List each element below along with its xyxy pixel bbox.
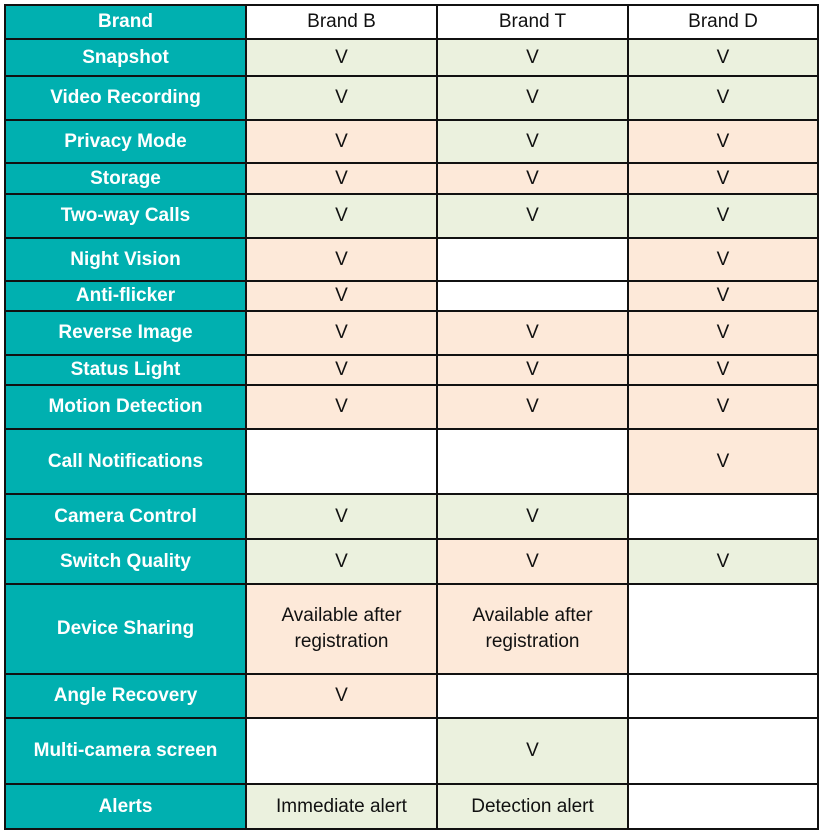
brand-b-cell: V [245,119,438,164]
brand-d-cell: V [627,538,819,585]
brand-t-cell: V [436,75,629,121]
brand-t-cell: V [436,493,629,540]
brand-t-cell: V [436,310,629,356]
brand-b-cell: V [245,193,438,239]
feature-label: Multi-camera screen [4,717,247,785]
brand-d-cell: V [627,38,819,77]
feature-label: Storage [4,162,247,195]
brand-b-cell: V [245,493,438,540]
brand-b-cell: V [245,538,438,585]
header-row: Brand Brand B Brand T Brand D [4,4,819,40]
table-row: Snapshot V V V [4,38,819,77]
brand-b-header: Brand B [245,4,438,40]
table-row: Anti-flicker V V [4,280,819,312]
feature-label: Call Notifications [4,428,247,495]
feature-label: Camera Control [4,493,247,540]
table-row: Motion Detection V V V [4,384,819,430]
feature-label: Angle Recovery [4,673,247,719]
brand-b-cell [245,428,438,495]
brand-d-cell [627,583,819,675]
feature-label: Anti-flicker [4,280,247,312]
feature-label: Switch Quality [4,538,247,585]
brand-d-cell: V [627,354,819,386]
feature-label: Alerts [4,783,247,830]
feature-label: Motion Detection [4,384,247,430]
brand-b-cell: V [245,673,438,719]
table-row: Storage V V V [4,162,819,195]
brand-t-cell: V [436,354,629,386]
brand-t-cell: V [436,538,629,585]
brand-b-cell [245,717,438,785]
brand-t-cell: V [436,38,629,77]
brand-b-cell: Immediate alert [245,783,438,830]
brand-t-cell: V [436,119,629,164]
brand-comparison-table: Brand Brand B Brand T Brand D Snapshot V V… [4,4,819,830]
table-row: Multi-camera screen V [4,717,819,785]
feature-label: Video Recording [4,75,247,121]
feature-label: Snapshot [4,38,247,77]
brand-b-cell: V [245,75,438,121]
brand-b-cell: V [245,237,438,282]
brand-d-cell: V [627,280,819,312]
brand-d-cell: V [627,428,819,495]
brand-t-cell [436,673,629,719]
brand-t-cell: V [436,193,629,239]
brand-t-cell [436,237,629,282]
table-row: Alerts Immediate alert Detection alert [4,783,819,830]
brand-t-cell [436,428,629,495]
table-row: Reverse Image V V V [4,310,819,356]
brand-d-cell: V [627,384,819,430]
brand-d-header: Brand D [627,4,819,40]
brand-b-cell: V [245,280,438,312]
brand-t-cell: V [436,162,629,195]
table-row: Device Sharing Available after registrati… [4,583,819,675]
feature-label: Reverse Image [4,310,247,356]
feature-label: Device Sharing [4,583,247,675]
table-row: Night Vision V V [4,237,819,282]
brand-d-cell [627,717,819,785]
brand-d-cell: V [627,193,819,239]
brand-d-cell [627,673,819,719]
brand-b-cell: V [245,162,438,195]
table-row: Privacy Mode V V V [4,119,819,164]
feature-label: Privacy Mode [4,119,247,164]
header-label: Brand [4,4,247,40]
brand-d-cell [627,783,819,830]
brand-t-cell: V [436,384,629,430]
table-row: Camera Control V V [4,493,819,540]
brand-b-cell: Available after registration [245,583,438,675]
brand-d-cell: V [627,237,819,282]
brand-t-cell: Available after registration [436,583,629,675]
feature-label: Night Vision [4,237,247,282]
brand-d-cell: V [627,119,819,164]
brand-d-cell: V [627,310,819,356]
table-row: Two-way Calls V V V [4,193,819,239]
table-row: Video Recording V V V [4,75,819,121]
feature-label: Two-way Calls [4,193,247,239]
brand-t-cell: Detection alert [436,783,629,830]
brand-b-cell: V [245,384,438,430]
table-row: Call Notifications V [4,428,819,495]
table-row: Angle Recovery V [4,673,819,719]
brand-b-cell: V [245,354,438,386]
feature-label: Status Light [4,354,247,386]
brand-d-cell [627,493,819,540]
brand-b-cell: V [245,310,438,356]
brand-t-cell [436,280,629,312]
table-row: Status Light V V V [4,354,819,386]
brand-d-cell: V [627,162,819,195]
brand-d-cell: V [627,75,819,121]
brand-b-cell: V [245,38,438,77]
brand-t-cell: V [436,717,629,785]
brand-t-header: Brand T [436,4,629,40]
table-row: Switch Quality V V V [4,538,819,585]
